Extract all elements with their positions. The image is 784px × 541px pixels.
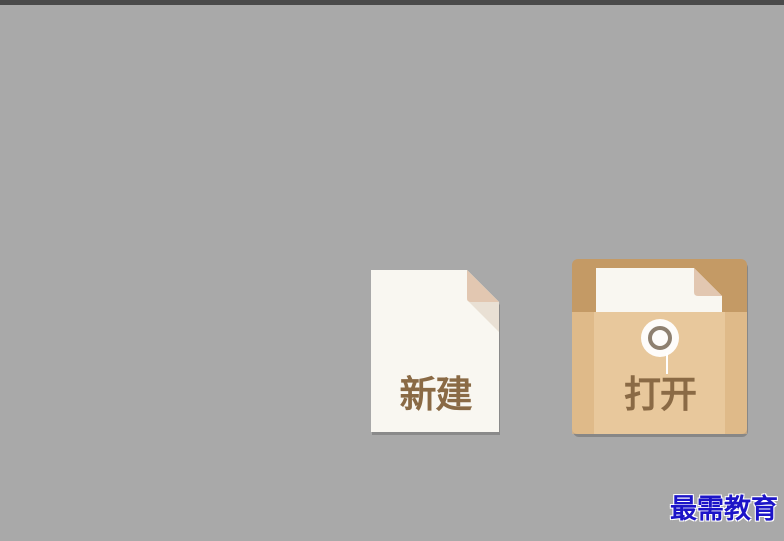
open-file-label: 打开	[624, 373, 697, 416]
new-document-button[interactable]: 新建	[371, 270, 500, 435]
watermark-text: 最需教育	[670, 494, 778, 525]
open-file-button[interactable]: 打开	[572, 259, 748, 437]
top-bar	[0, 0, 784, 5]
new-document-label: 新建	[399, 373, 473, 416]
